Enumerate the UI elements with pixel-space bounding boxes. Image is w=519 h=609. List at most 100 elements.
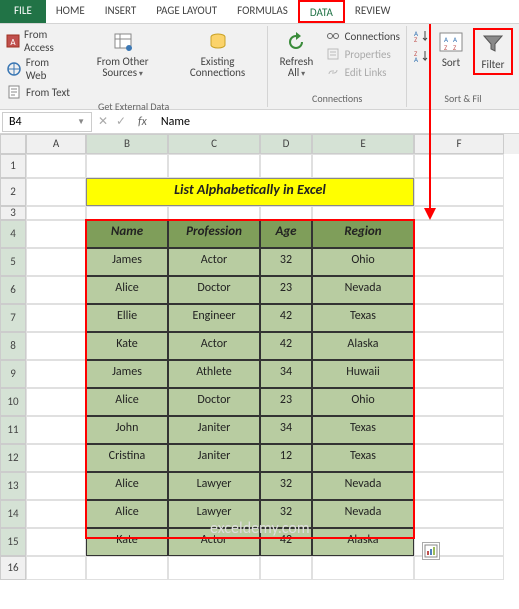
cell[interactable] xyxy=(26,304,86,332)
row-header-9[interactable]: 9 xyxy=(0,360,26,388)
cell[interactable] xyxy=(26,276,86,304)
tab-data[interactable]: DATA xyxy=(298,0,345,23)
cell[interactable] xyxy=(414,206,504,220)
edit-links-button[interactable]: Edit Links xyxy=(325,64,400,80)
cell-profession[interactable]: Lawyer xyxy=(168,472,260,500)
refresh-all-button[interactable]: Refresh All xyxy=(274,28,318,82)
tab-home[interactable]: HOME xyxy=(46,0,95,23)
cell-age[interactable]: 42 xyxy=(260,332,312,360)
cell[interactable] xyxy=(26,388,86,416)
existing-connections-button[interactable]: Existing Connections xyxy=(174,28,262,80)
cell-name[interactable]: Kate xyxy=(86,332,168,360)
row-header-14[interactable]: 14 xyxy=(0,500,26,528)
cell-region[interactable]: Ohio xyxy=(312,388,414,416)
tab-file[interactable]: FILE xyxy=(0,0,46,23)
cell-age[interactable]: 32 xyxy=(260,472,312,500)
cell-profession[interactable]: Actor xyxy=(168,248,260,276)
cell-profession[interactable]: Lawyer xyxy=(168,500,260,528)
sort-descending-button[interactable]: ZA xyxy=(413,48,429,64)
cell[interactable] xyxy=(26,500,86,528)
row-header-1[interactable]: 1 xyxy=(0,154,26,178)
name-box[interactable]: B4 ▼ xyxy=(2,112,92,132)
table-header-age[interactable]: Age xyxy=(260,220,312,248)
cell[interactable] xyxy=(414,276,504,304)
cell[interactable] xyxy=(414,416,504,444)
cell-name[interactable]: Cristina xyxy=(86,444,168,472)
cell[interactable] xyxy=(26,556,86,580)
sort-button[interactable]: AZAZ Sort xyxy=(435,28,467,71)
cell-age[interactable]: 23 xyxy=(260,276,312,304)
cell-region[interactable]: Huwaii xyxy=(312,360,414,388)
cell[interactable] xyxy=(414,500,504,528)
cell[interactable] xyxy=(86,154,168,178)
cell[interactable] xyxy=(414,248,504,276)
row-header-11[interactable]: 11 xyxy=(0,416,26,444)
cell[interactable] xyxy=(26,154,86,178)
cell-age[interactable]: 42 xyxy=(260,304,312,332)
cell[interactable] xyxy=(26,220,86,248)
filter-button[interactable]: Filter xyxy=(473,28,513,75)
col-header-F[interactable]: F xyxy=(414,134,504,154)
quick-analysis-button[interactable] xyxy=(422,542,440,560)
cell[interactable] xyxy=(414,360,504,388)
cell[interactable] xyxy=(414,154,504,178)
cell-name[interactable]: Alice xyxy=(86,388,168,416)
select-all-corner[interactable] xyxy=(0,134,26,154)
col-header-E[interactable]: E xyxy=(312,134,414,154)
cell-region[interactable]: Ohio xyxy=(312,248,414,276)
properties-button[interactable]: Properties xyxy=(325,46,400,62)
row-header-10[interactable]: 10 xyxy=(0,388,26,416)
from-text-button[interactable]: From Text xyxy=(6,84,71,100)
row-header-7[interactable]: 7 xyxy=(0,304,26,332)
col-header-D[interactable]: D xyxy=(260,134,312,154)
cell[interactable] xyxy=(312,154,414,178)
cell[interactable] xyxy=(260,206,312,220)
cell-region[interactable]: Nevada xyxy=(312,500,414,528)
col-header-B[interactable]: B xyxy=(86,134,168,154)
cell[interactable] xyxy=(414,444,504,472)
cell-region[interactable]: Nevada xyxy=(312,472,414,500)
cell[interactable] xyxy=(414,304,504,332)
row-header-16[interactable]: 16 xyxy=(0,556,26,580)
cell[interactable] xyxy=(414,472,504,500)
cell[interactable] xyxy=(26,178,86,206)
cell[interactable] xyxy=(26,416,86,444)
sort-ascending-button[interactable]: AZ xyxy=(413,28,429,44)
cell[interactable] xyxy=(414,178,504,206)
tab-page-layout[interactable]: PAGE LAYOUT xyxy=(146,0,227,23)
cell-profession[interactable]: Doctor xyxy=(168,388,260,416)
tab-formulas[interactable]: FORMULAS xyxy=(227,0,298,23)
formula-input[interactable] xyxy=(155,113,519,131)
cell-name[interactable]: John xyxy=(86,416,168,444)
cell[interactable] xyxy=(312,556,414,580)
row-header-13[interactable]: 13 xyxy=(0,472,26,500)
cell-profession[interactable]: Actor xyxy=(168,528,260,556)
row-header-15[interactable]: 15 xyxy=(0,528,26,556)
cell-name[interactable]: Ellie xyxy=(86,304,168,332)
cell-name[interactable]: Alice xyxy=(86,276,168,304)
row-header-4[interactable]: 4 xyxy=(0,220,26,248)
cell-name[interactable]: Kate xyxy=(86,528,168,556)
cell-age[interactable]: 32 xyxy=(260,500,312,528)
cell[interactable] xyxy=(26,528,86,556)
col-header-C[interactable]: C xyxy=(168,134,260,154)
cell-region[interactable]: Texas xyxy=(312,444,414,472)
row-header-8[interactable]: 8 xyxy=(0,332,26,360)
cell-profession[interactable]: Janiter xyxy=(168,444,260,472)
cell-region[interactable]: Texas xyxy=(312,416,414,444)
tab-insert[interactable]: INSERT xyxy=(95,0,147,23)
row-header-5[interactable]: 5 xyxy=(0,248,26,276)
cell[interactable] xyxy=(168,154,260,178)
row-header-2[interactable]: 2 xyxy=(0,178,26,206)
cell[interactable] xyxy=(414,388,504,416)
cell[interactable] xyxy=(168,556,260,580)
cell-profession[interactable]: Engineer xyxy=(168,304,260,332)
cell[interactable] xyxy=(312,206,414,220)
cell-age[interactable]: 32 xyxy=(260,248,312,276)
cell-age[interactable]: 34 xyxy=(260,416,312,444)
cell[interactable] xyxy=(260,556,312,580)
col-header-A[interactable]: A xyxy=(26,134,86,154)
cell[interactable] xyxy=(414,332,504,360)
cell-profession[interactable]: Doctor xyxy=(168,276,260,304)
cell[interactable] xyxy=(26,444,86,472)
